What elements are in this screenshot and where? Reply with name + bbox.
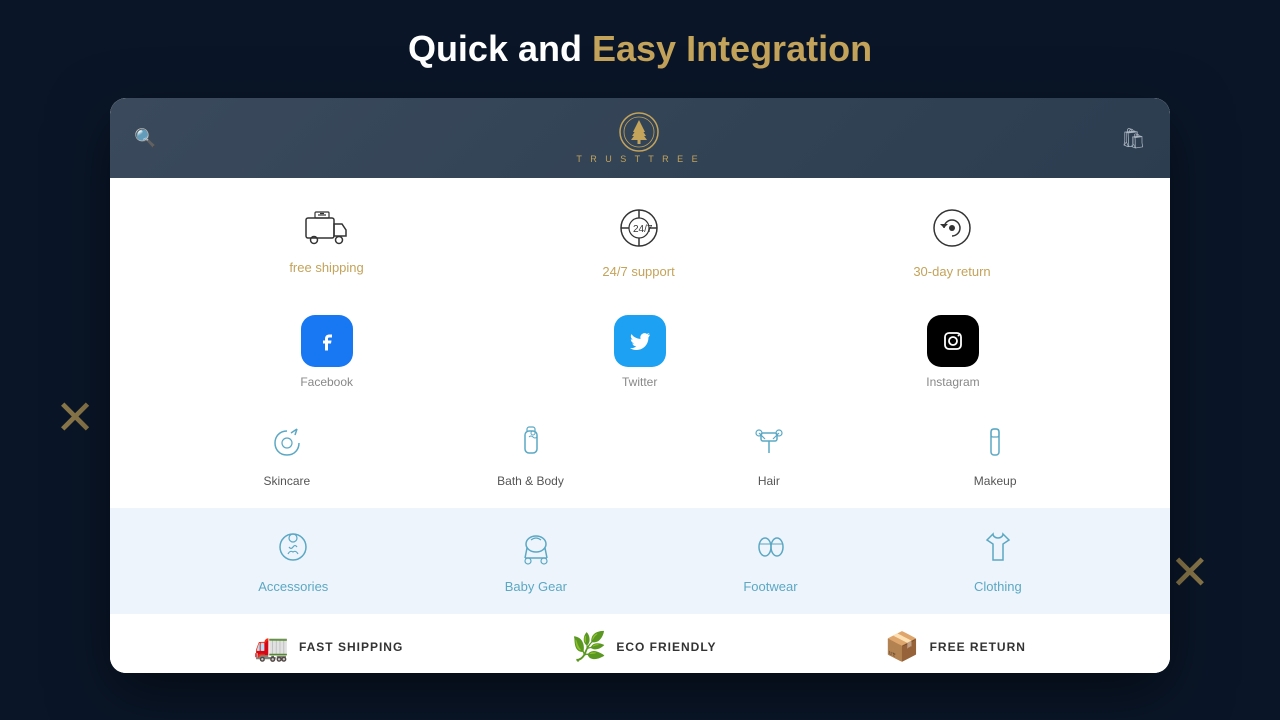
decorative-x-left: ✕ <box>55 390 95 446</box>
hair-label: Hair <box>758 474 780 488</box>
twitter-label: Twitter <box>622 375 657 389</box>
instagram-label: Instagram <box>926 375 979 389</box>
feature-free-shipping: free shipping <box>289 210 363 275</box>
twitter-icon <box>614 315 666 367</box>
footwear-icon <box>751 528 789 571</box>
cart-icon[interactable]: 🛍 <box>1121 126 1146 151</box>
category-skincare[interactable]: Skincare <box>263 425 310 488</box>
site-logo: T R U S T T R E E <box>576 112 700 164</box>
feature-return: 30-day return <box>913 206 990 279</box>
free-shipping-label: free shipping <box>289 260 363 275</box>
skincare-icon <box>269 425 305 466</box>
clothing-icon <box>979 528 1017 571</box>
svg-text:24/7: 24/7 <box>633 224 653 235</box>
footwear-label: Footwear <box>743 579 797 594</box>
fast-shipping-text: FAST SHIPPING <box>299 640 403 654</box>
skincare-label: Skincare <box>263 474 310 488</box>
support-label: 24/7 support <box>602 264 674 279</box>
category-hair[interactable]: Hair <box>751 425 787 488</box>
clothing-label: Clothing <box>974 579 1022 594</box>
baby-gear-icon <box>517 528 555 571</box>
category-baby-gear[interactable]: Baby Gear <box>505 528 567 594</box>
facebook-icon <box>301 315 353 367</box>
makeup-icon <box>977 425 1013 466</box>
category-footwear[interactable]: Footwear <box>743 528 797 594</box>
categories-row-1: Skincare Bath & Body <box>110 409 1170 508</box>
logo-text: T R U S T T R E E <box>576 154 700 164</box>
makeup-label: Makeup <box>974 474 1017 488</box>
category-accessories[interactable]: Accessories <box>258 528 328 594</box>
category-makeup[interactable]: Makeup <box>974 425 1017 488</box>
footer-badges: 🚛 FAST SHIPPING 🌿 ECO FRIENDLY 📦 FREE RE… <box>110 614 1170 673</box>
decorative-x-right: ✕ <box>1170 545 1210 601</box>
category-clothing[interactable]: Clothing <box>974 528 1022 594</box>
accessories-label: Accessories <box>258 579 328 594</box>
bath-body-icon <box>513 425 549 466</box>
facebook-label: Facebook <box>300 375 353 389</box>
social-twitter[interactable]: Twitter <box>614 315 666 389</box>
social-facebook[interactable]: Facebook <box>300 315 353 389</box>
logo-emblem <box>619 112 659 152</box>
free-return-text: FREE RETURN <box>930 640 1026 654</box>
free-shipping-icon <box>305 210 349 252</box>
badge-eco-friendly: 🌿 ECO FRIENDLY <box>571 630 716 663</box>
badge-fast-shipping: 🚛 FAST SHIPPING <box>254 630 403 663</box>
fast-shipping-icon: 🚛 <box>254 630 289 663</box>
heading-highlight: Easy Integration <box>592 28 872 69</box>
bath-body-label: Bath & Body <box>497 474 564 488</box>
heading-plain: Quick and <box>408 28 592 69</box>
free-return-icon: 📦 <box>885 630 920 663</box>
content-area: free shipping 24/7 24/7 support <box>110 178 1170 673</box>
categories-row-2: Accessories Baby Gear <box>110 508 1170 614</box>
eco-friendly-text: ECO FRIENDLY <box>616 640 716 654</box>
category-bath-body[interactable]: Bath & Body <box>497 425 564 488</box>
instagram-icon <box>927 315 979 367</box>
hair-icon <box>751 425 787 466</box>
browser-window: 🔍 T R U S T T R E E 🛍 <box>110 98 1170 673</box>
features-row: free shipping 24/7 24/7 support <box>110 178 1170 299</box>
badge-free-return: 📦 FREE RETURN <box>885 630 1026 663</box>
search-icon[interactable]: 🔍 <box>134 128 156 149</box>
eco-friendly-icon: 🌿 <box>571 630 606 663</box>
return-icon <box>930 206 974 256</box>
baby-gear-label: Baby Gear <box>505 579 567 594</box>
return-label: 30-day return <box>913 264 990 279</box>
social-row: Facebook Twitter Instagr <box>110 299 1170 409</box>
feature-support: 24/7 24/7 support <box>602 206 674 279</box>
page-heading: Quick and Easy Integration <box>408 28 872 70</box>
accessories-icon <box>274 528 312 571</box>
browser-toolbar: 🔍 T R U S T T R E E 🛍 <box>110 98 1170 178</box>
social-instagram[interactable]: Instagram <box>926 315 979 389</box>
support-icon: 24/7 <box>617 206 661 256</box>
